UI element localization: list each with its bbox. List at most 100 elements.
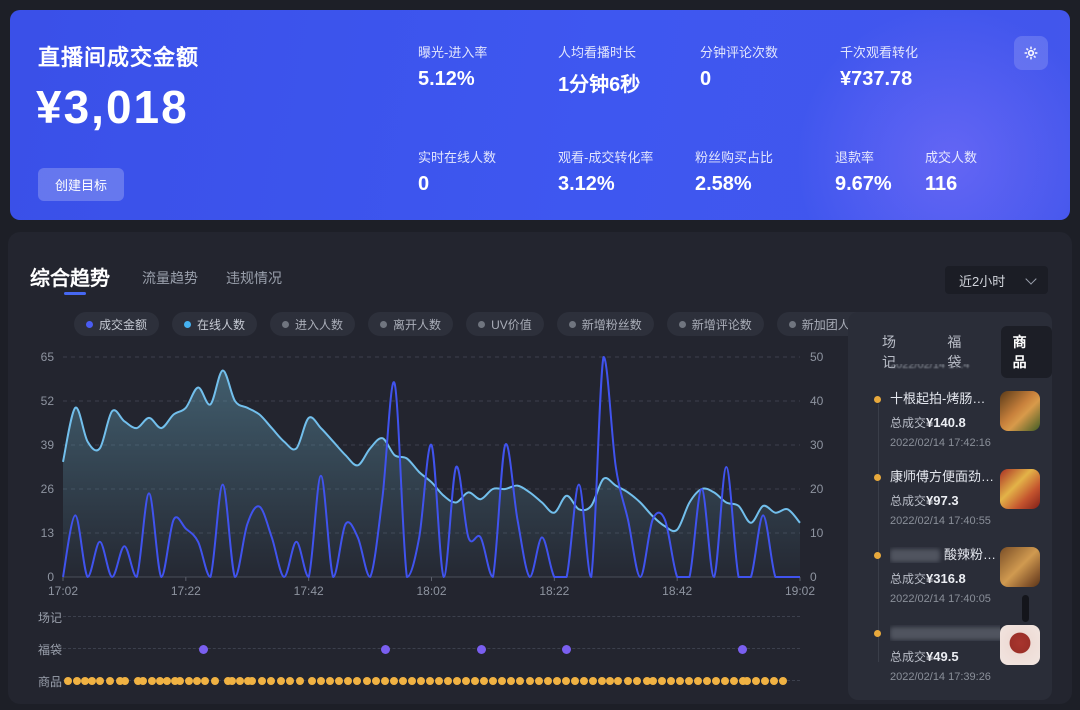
deal-label: 总成交	[890, 650, 926, 664]
marker-dot[interactable]	[624, 677, 632, 685]
marker-dot[interactable]	[176, 677, 184, 685]
marker-dot[interactable]	[544, 677, 552, 685]
tab-violations[interactable]: 违规情况	[226, 268, 282, 288]
marker-dot[interactable]	[535, 677, 543, 685]
marker-dot[interactable]	[399, 677, 407, 685]
metric: 退款率 9.67%	[835, 147, 925, 196]
marker-dot[interactable]	[730, 677, 738, 685]
marker-dot[interactable]	[381, 677, 389, 685]
marker-dot[interactable]	[64, 677, 72, 685]
marker-dot[interactable]	[267, 677, 275, 685]
marker-dot[interactable]	[685, 677, 693, 685]
marker-dot[interactable]	[507, 677, 515, 685]
marker-dot[interactable]	[193, 677, 201, 685]
product-list-item[interactable]: 总成交¥49.5 2022/02/14 17:39:26	[890, 625, 1042, 687]
gear-icon[interactable]	[1014, 36, 1048, 70]
marker-dot[interactable]	[633, 677, 641, 685]
marker-dot[interactable]	[363, 677, 371, 685]
marker-dot[interactable]	[148, 677, 156, 685]
marker-dot[interactable]	[381, 645, 390, 654]
marker-dot[interactable]	[139, 677, 147, 685]
marker-dot[interactable]	[96, 677, 104, 685]
marker-dot[interactable]	[444, 677, 452, 685]
marker-dot[interactable]	[201, 677, 209, 685]
product-list-item[interactable]: 十根起拍-烤肠… 总成交¥140.8 2022/02/14 17:42:16	[890, 391, 1042, 453]
marker-dot[interactable]	[770, 677, 778, 685]
marker-dot[interactable]	[480, 677, 488, 685]
marker-dot[interactable]	[606, 677, 614, 685]
marker-dot[interactable]	[526, 677, 534, 685]
marker-dot[interactable]	[408, 677, 416, 685]
marker-dot[interactable]	[667, 677, 675, 685]
marker-dot[interactable]	[489, 677, 497, 685]
product-list-item[interactable]: 康师傅方便面劲… 总成交¥97.3 2022/02/14 17:40:55	[890, 469, 1042, 531]
marker-dot[interactable]	[258, 677, 266, 685]
marker-dot[interactable]	[372, 677, 380, 685]
marker-dot[interactable]	[335, 677, 343, 685]
marker-dot[interactable]	[121, 677, 129, 685]
marker-dot[interactable]	[752, 677, 760, 685]
time-range-dropdown[interactable]: 近2小时	[945, 266, 1048, 294]
marker-dot[interactable]	[779, 677, 787, 685]
marker-dot[interactable]	[390, 677, 398, 685]
marker-dot[interactable]	[417, 677, 425, 685]
marker-dot[interactable]	[344, 677, 352, 685]
marker-dot[interactable]	[649, 677, 657, 685]
marker-dot[interactable]	[471, 677, 479, 685]
marker-dot[interactable]	[435, 677, 443, 685]
marker-dot[interactable]	[580, 677, 588, 685]
marker-dot[interactable]	[199, 645, 208, 654]
marker-dot[interactable]	[326, 677, 334, 685]
marker-dot[interactable]	[73, 677, 81, 685]
marker-dot[interactable]	[553, 677, 561, 685]
marker-dot[interactable]	[562, 677, 570, 685]
tab-composite-trend[interactable]: 综合趋势	[30, 262, 110, 291]
scrollbar-thumb[interactable]	[1022, 595, 1029, 622]
marker-dot[interactable]	[743, 677, 751, 685]
marker-dot[interactable]	[761, 677, 769, 685]
marker-dot[interactable]	[562, 645, 571, 654]
marker-dot[interactable]	[614, 677, 622, 685]
marker-dot[interactable]	[703, 677, 711, 685]
marker-dot[interactable]	[694, 677, 702, 685]
marker-dot[interactable]	[308, 677, 316, 685]
tab-traffic-trend[interactable]: 流量趋势	[142, 268, 198, 288]
product-list-item[interactable]: 酸辣粉粉… 总成交¥316.8 2022/02/14 17:40:05	[890, 547, 1042, 609]
marker-dot[interactable]	[286, 677, 294, 685]
marker-dot[interactable]	[248, 677, 256, 685]
legend-chip-在线人数[interactable]: 在线人数	[172, 312, 257, 336]
legend-chip-离开人数[interactable]: 离开人数	[368, 312, 453, 336]
marker-dot[interactable]	[589, 677, 597, 685]
legend-chip-新增粉丝数[interactable]: 新增粉丝数	[557, 312, 654, 336]
marker-dot[interactable]	[721, 677, 729, 685]
marker-dot[interactable]	[353, 677, 361, 685]
legend-chip-UV价值[interactable]: UV价值	[466, 312, 544, 336]
marker-dot[interactable]	[712, 677, 720, 685]
marker-dot[interactable]	[296, 677, 304, 685]
marker-dot[interactable]	[571, 677, 579, 685]
marker-dot[interactable]	[426, 677, 434, 685]
legend-chip-成交金额[interactable]: 成交金额	[74, 312, 159, 336]
svg-text:65: 65	[41, 350, 55, 364]
create-goal-button[interactable]: 创建目标	[38, 168, 124, 201]
marker-dot[interactable]	[598, 677, 606, 685]
marker-dot[interactable]	[477, 645, 486, 654]
marker-dot[interactable]	[185, 677, 193, 685]
marker-dot[interactable]	[453, 677, 461, 685]
marker-dot[interactable]	[228, 677, 236, 685]
marker-dot[interactable]	[106, 677, 114, 685]
marker-dot[interactable]	[498, 677, 506, 685]
marker-dot[interactable]	[658, 677, 666, 685]
legend-chip-新增评论数[interactable]: 新增评论数	[667, 312, 764, 336]
marker-dot[interactable]	[516, 677, 524, 685]
marker-dot[interactable]	[317, 677, 325, 685]
marker-dot[interactable]	[236, 677, 244, 685]
marker-dot[interactable]	[738, 645, 747, 654]
marker-dot[interactable]	[676, 677, 684, 685]
marker-dot[interactable]	[277, 677, 285, 685]
svg-text:39: 39	[41, 438, 55, 452]
legend-chip-进入人数[interactable]: 进入人数	[270, 312, 355, 336]
marker-dot[interactable]	[88, 677, 96, 685]
marker-dot[interactable]	[462, 677, 470, 685]
marker-dot[interactable]	[211, 677, 219, 685]
